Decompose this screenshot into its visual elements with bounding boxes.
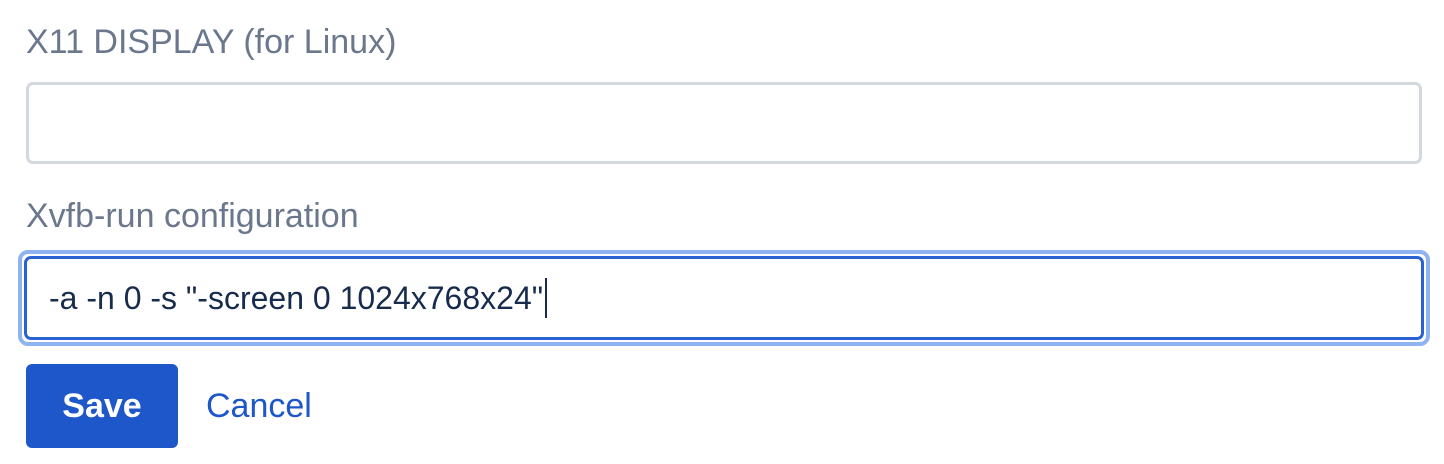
xvfb-config-input[interactable]: -a -n 0 -s "-screen 0 1024x768x24" [24, 256, 1424, 340]
text-caret [545, 278, 548, 318]
cancel-button[interactable]: Cancel [202, 364, 316, 448]
save-button[interactable]: Save [26, 364, 178, 448]
display-input[interactable] [26, 82, 1422, 164]
xvfb-field-label: Xvfb-run configuration [26, 197, 359, 235]
xvfb-input-focus-ring: -a -n 0 -s "-screen 0 1024x768x24" [18, 250, 1430, 346]
display-field-label: X11 DISPLAY (for Linux) [26, 23, 397, 61]
xvfb-config-value: -a -n 0 -s "-screen 0 1024x768x24" [49, 280, 544, 316]
